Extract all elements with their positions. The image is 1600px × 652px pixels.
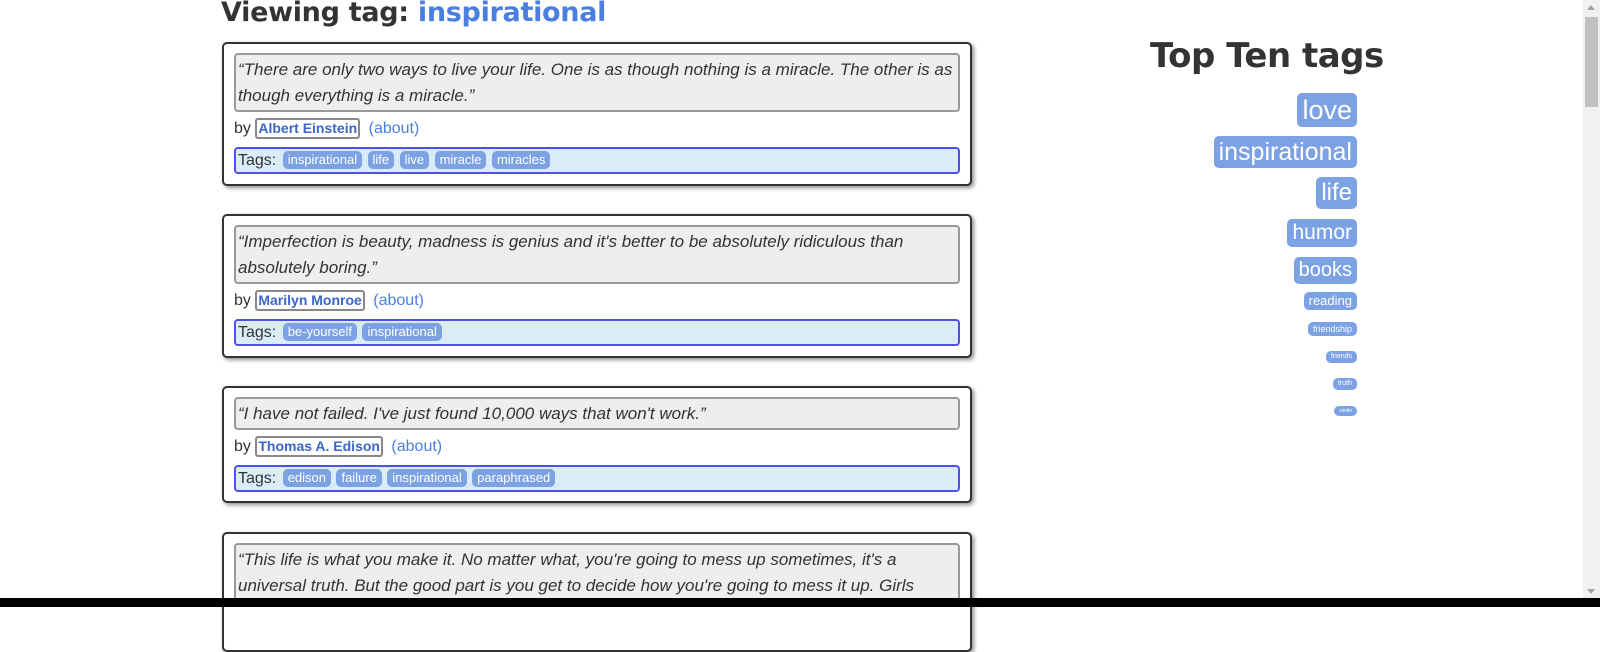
quote-card: “Imperfection is beauty, madness is geni…: [222, 214, 972, 358]
author-name[interactable]: Albert Einstein: [255, 118, 361, 139]
tags-label: Tags:: [238, 324, 277, 341]
tag-miracle[interactable]: miracle: [434, 151, 487, 169]
about-link[interactable]: (about): [369, 120, 420, 137]
top-tag-friends[interactable]: friends: [1325, 351, 1357, 363]
by-label: by: [234, 120, 251, 137]
tag-inspirational[interactable]: inspirational: [362, 323, 442, 341]
about-link[interactable]: (about): [391, 438, 442, 455]
tag-inspirational[interactable]: inspirational: [387, 469, 467, 487]
about-link[interactable]: (about): [373, 292, 424, 309]
by-label: by: [234, 292, 251, 309]
tag-edison[interactable]: edison: [282, 469, 332, 487]
quote-card: “I have not failed. I've just found 10,0…: [222, 386, 972, 503]
top-tag-reading[interactable]: reading: [1303, 292, 1357, 310]
quote-byline: by Thomas A. Edison (about): [234, 436, 960, 458]
tag-miracles[interactable]: miracles: [491, 151, 551, 169]
tags-label: Tags:: [238, 152, 277, 169]
top-tag-love[interactable]: love: [1297, 93, 1357, 127]
by-label: by: [234, 438, 251, 455]
quote-card: “There are only two ways to live your li…: [222, 42, 972, 186]
quote-byline: by Albert Einstein (about): [234, 118, 960, 140]
tag-be-yourself[interactable]: be-yourself: [282, 323, 358, 341]
tag-failure[interactable]: failure: [336, 469, 382, 487]
top-tag-friendship[interactable]: friendship: [1307, 322, 1357, 336]
page-title-prefix: Viewing tag:: [221, 0, 409, 28]
quote-tags: Tags: edison failure inspirational parap…: [234, 465, 960, 492]
top-tag-simile[interactable]: simile: [1334, 406, 1357, 416]
top-tag-life[interactable]: life: [1316, 177, 1357, 209]
author-name[interactable]: Marilyn Monroe: [255, 290, 365, 311]
quote-text: “I have not failed. I've just found 10,0…: [234, 397, 960, 430]
top-tag-truth[interactable]: truth: [1332, 378, 1357, 390]
quote-tags: Tags: inspirational life live miracle mi…: [234, 147, 960, 174]
top-tags-title: Top Ten tags: [1150, 36, 1384, 76]
tag-paraphrased[interactable]: paraphrased: [472, 469, 556, 487]
scroll-down-arrow-icon[interactable]: [1587, 589, 1595, 594]
page-title: Viewing tag: inspirational: [221, 0, 606, 28]
tags-label: Tags:: [238, 470, 277, 487]
tag-inspirational[interactable]: inspirational: [282, 151, 363, 169]
bottom-bar: [0, 598, 1600, 607]
top-tag-books[interactable]: books: [1293, 257, 1357, 284]
tag-live[interactable]: live: [399, 151, 430, 169]
quote-tags: Tags: be-yourself inspirational: [234, 319, 960, 346]
scroll-up-arrow-icon[interactable]: [1587, 5, 1595, 10]
quote-card: “This life is what you make it. No matte…: [222, 532, 972, 652]
quote-text: “There are only two ways to live your li…: [234, 53, 960, 112]
top-tag-humor[interactable]: humor: [1287, 219, 1357, 247]
author-name[interactable]: Thomas A. Edison: [255, 436, 383, 457]
tag-life[interactable]: life: [367, 151, 395, 169]
scrollbar-thumb[interactable]: [1585, 17, 1598, 107]
current-tag-link[interactable]: inspirational: [418, 0, 606, 28]
quote-text: “This life is what you make it. No matte…: [234, 543, 960, 602]
vertical-scrollbar[interactable]: [1583, 0, 1600, 607]
top-tag-inspirational[interactable]: inspirational: [1213, 136, 1357, 168]
quote-byline: by Marilyn Monroe (about): [234, 290, 960, 312]
quote-text: “Imperfection is beauty, madness is geni…: [234, 225, 960, 284]
